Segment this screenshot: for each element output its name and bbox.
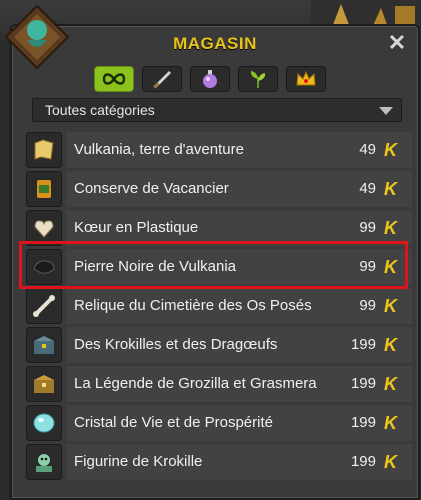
kama-icon: K — [384, 256, 397, 277]
item-price: 199 — [350, 375, 376, 392]
kama-icon: K — [384, 178, 397, 199]
item-price: 49 — [359, 180, 376, 197]
item-price: 99 — [359, 219, 376, 236]
list-item-body: Pierre Noire de Vulkania 99 K — [66, 248, 412, 285]
item-name: Figurine de Krokille — [74, 453, 203, 470]
list-item[interactable]: Pierre Noire de Vulkania 99 K — [26, 248, 412, 285]
leaf-icon — [250, 71, 266, 88]
item-name: Conserve de Vacancier — [74, 180, 229, 197]
item-name: Vulkania, terre d'aventure — [74, 141, 244, 158]
list-item-body: Kœur en Plastique 99 K — [66, 209, 412, 246]
kama-icon: K — [384, 295, 397, 316]
list-item-body: Des Krokilles et des Dragœufs 199 K — [66, 326, 412, 363]
kama-icon: K — [384, 217, 397, 238]
black-stone-icon — [26, 248, 62, 285]
kama-icon: K — [384, 373, 397, 394]
chevron-down-icon — [379, 107, 393, 115]
list-item[interactable]: Cristal de Vie et de Prospérité 199 K — [26, 404, 412, 441]
list-item-body: Relique du Cimetière des Os Posés 99 K — [66, 287, 412, 324]
title-bar: MAGASIN ✕ — [12, 26, 418, 62]
list-item[interactable]: Conserve de Vacancier 49 K — [26, 170, 412, 207]
category-select-value: Toutes catégories — [45, 102, 155, 118]
item-list: Vulkania, terre d'aventure 49 K Conserve… — [26, 131, 412, 482]
kama-icon: K — [384, 412, 397, 433]
item-price: 99 — [359, 297, 376, 314]
list-item-body: Vulkania, terre d'aventure 49 K — [66, 131, 412, 168]
window-title: MAGASIN — [173, 34, 257, 53]
item-name: Relique du Cimetière des Os Posés — [74, 297, 312, 314]
item-price: 199 — [350, 336, 376, 353]
figurine-icon — [26, 443, 62, 480]
item-name: La Légende de Grozilla et Grasmera — [74, 375, 317, 392]
tab-all[interactable] — [94, 66, 134, 92]
list-scrollbar[interactable] — [412, 126, 418, 496]
can-icon — [26, 170, 62, 207]
item-name: Pierre Noire de Vulkania — [74, 258, 237, 275]
map-icon — [26, 131, 62, 168]
list-item[interactable]: Relique du Cimetière des Os Posés 99 K — [26, 287, 412, 324]
category-tabs — [94, 66, 326, 92]
tab-consumables[interactable] — [190, 66, 230, 92]
item-name: Kœur en Plastique — [74, 219, 199, 236]
kama-icon: K — [384, 139, 397, 160]
item-price: 49 — [359, 141, 376, 158]
tab-equipment[interactable] — [142, 66, 182, 92]
item-price: 199 — [350, 453, 376, 470]
shop-window: MAGASIN ✕ Toutes catégories Vulkania, te… — [4, 4, 420, 500]
list-item[interactable]: Des Krokilles et des Dragœufs 199 K — [26, 326, 412, 363]
category-select[interactable]: Toutes catégories — [32, 98, 402, 122]
kama-icon: K — [384, 334, 397, 355]
item-name: Des Krokilles et des Dragœufs — [74, 336, 278, 353]
tab-resources[interactable] — [238, 66, 278, 92]
toy-icon — [26, 209, 62, 246]
crystal-icon — [26, 404, 62, 441]
list-item-body: Conserve de Vacancier 49 K — [66, 170, 412, 207]
chest-gold-icon — [26, 365, 62, 402]
item-price: 199 — [350, 414, 376, 431]
list-item[interactable]: La Légende de Grozilla et Grasmera 199 K — [26, 365, 412, 402]
bone-icon — [26, 287, 62, 324]
list-item-body: La Légende de Grozilla et Grasmera 199 K — [66, 365, 412, 402]
list-item-body: Figurine de Krokille 199 K — [66, 443, 412, 480]
list-item[interactable]: Figurine de Krokille 199 K — [26, 443, 412, 480]
list-item[interactable]: Vulkania, terre d'aventure 49 K — [26, 131, 412, 168]
list-item[interactable]: Kœur en Plastique 99 K — [26, 209, 412, 246]
item-price: 99 — [359, 258, 376, 275]
item-name: Cristal de Vie et de Prospérité — [74, 414, 273, 431]
crown-icon — [296, 70, 316, 86]
sword-icon — [153, 71, 171, 89]
chest-icon — [26, 326, 62, 363]
list-item-body: Cristal de Vie et de Prospérité 199 K — [66, 404, 412, 441]
potion-icon — [203, 70, 217, 88]
tab-cosmetics[interactable] — [286, 66, 326, 92]
kama-icon: K — [384, 451, 397, 472]
infinity-icon — [102, 73, 126, 85]
close-button[interactable]: ✕ — [386, 32, 408, 54]
